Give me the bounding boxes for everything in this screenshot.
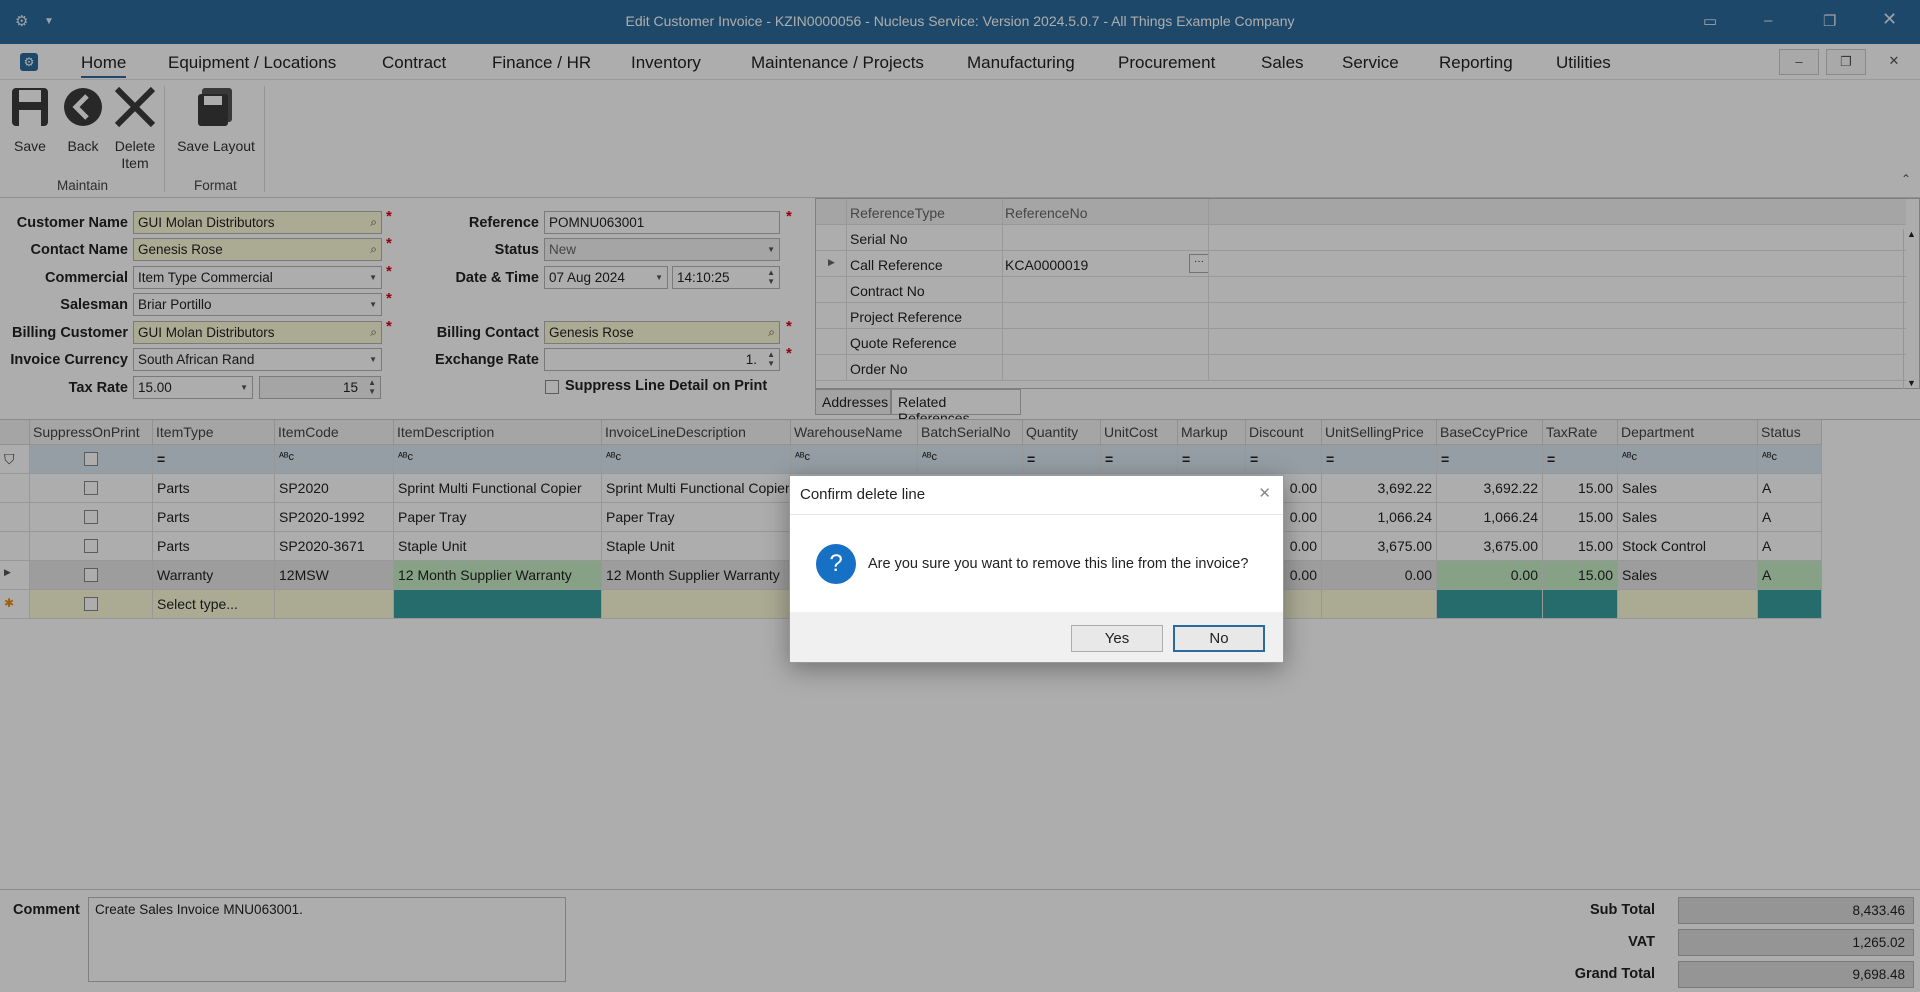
- dialog-title: Confirm delete line: [800, 486, 926, 503]
- no-button[interactable]: No: [1173, 625, 1265, 652]
- question-icon: ?: [816, 544, 856, 584]
- yes-button[interactable]: Yes: [1071, 625, 1163, 652]
- close-icon[interactable]: ✕: [1258, 484, 1271, 502]
- dialog-message: Are you sure you want to remove this lin…: [868, 556, 1249, 572]
- confirm-delete-dialog: Confirm delete line ✕ ? Are you sure you…: [789, 475, 1284, 663]
